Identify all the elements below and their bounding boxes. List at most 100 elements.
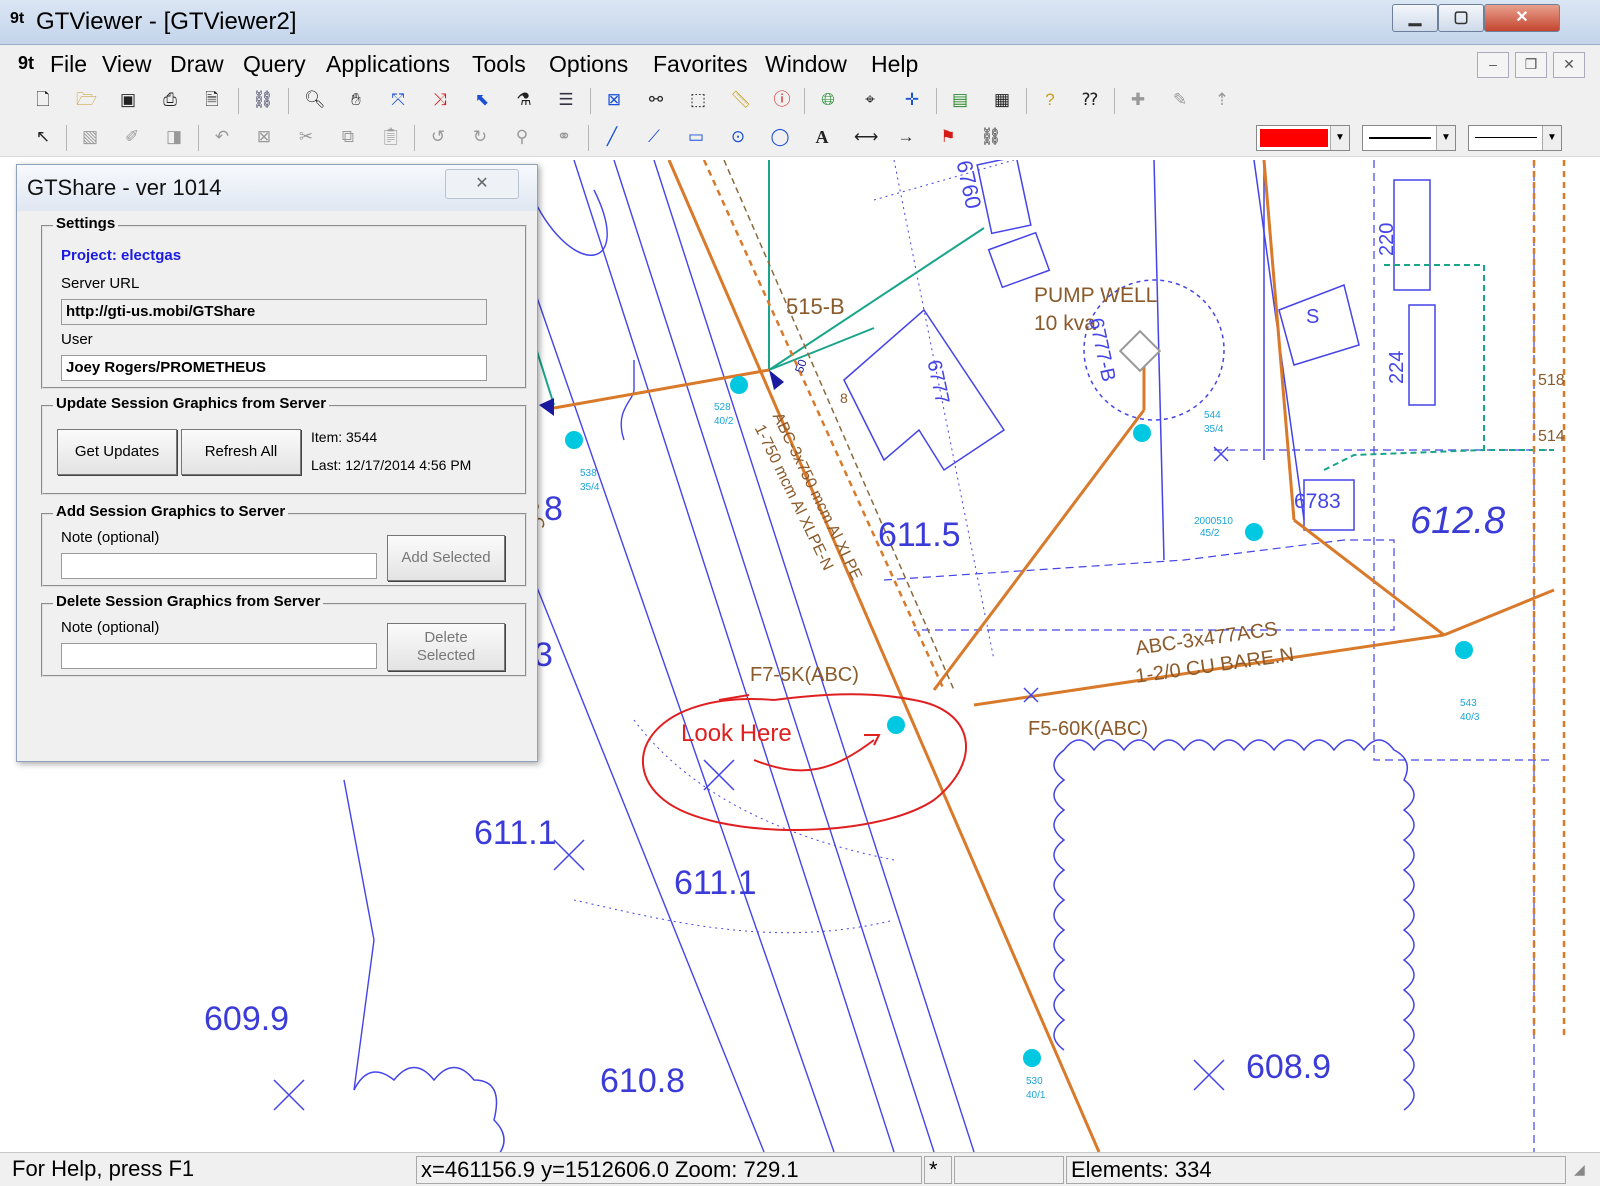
mdi-restore-button[interactable]: ❐: [1515, 52, 1547, 78]
bottle-icon[interactable]: ⚗: [514, 90, 534, 110]
dialog-close-button[interactable]: ✕: [445, 169, 519, 199]
arrow-icon[interactable]: →: [896, 127, 916, 147]
target-icon[interactable]: ✛: [902, 90, 922, 110]
pan-hand-icon[interactable]: ✋︎: [346, 90, 366, 110]
menu-file[interactable]: File: [50, 51, 87, 78]
menu-logo-icon[interactable]: 9t: [18, 53, 34, 74]
toggle-icon[interactable]: ◨: [164, 127, 184, 147]
label-45-2: 45/2: [1200, 528, 1220, 539]
elevation-611-1-center: 611.1: [674, 864, 757, 902]
refresh-all-button[interactable]: Refresh All: [181, 429, 301, 475]
delete-note-label: Note (optional): [61, 619, 160, 636]
symbol-icon[interactable]: ⚑: [938, 127, 958, 147]
menu-window[interactable]: Window: [765, 51, 847, 78]
user-field[interactable]: Joey Rogers/PROMETHEUS: [61, 355, 487, 381]
layers-icon[interactable]: ☰: [556, 90, 576, 110]
edit-feature-icon[interactable]: ✎: [1170, 90, 1190, 110]
dialog-titlebar[interactable]: GTShare - ver 1014 ✕: [17, 165, 537, 211]
draw-circle-icon[interactable]: ⊙: [728, 127, 748, 147]
info-icon[interactable]: ⓘ: [772, 90, 792, 110]
delete-icon[interactable]: ⊠: [254, 127, 274, 147]
settings-group-title: Settings: [53, 215, 119, 232]
add-point-icon[interactable]: ✚: [1128, 90, 1148, 110]
status-help: For Help, press F1: [12, 1156, 195, 1181]
print-preview-icon[interactable]: 🗎: [202, 90, 222, 110]
get-updates-button[interactable]: Get Updates: [57, 429, 177, 475]
main-toolbar: 🗋 🗁 ▣ ⎙ 🗎 ⛓ 🔍︎ ✋︎ ⤧ ⤨ ⬉ ⚗ ☰ ⊠ ⚯ ⬚ 📏︎ ⓘ 🌐…: [0, 82, 1600, 120]
rotate-right-icon[interactable]: ↻: [470, 127, 490, 147]
copy-icon[interactable]: ⧉: [338, 127, 358, 147]
checker-icon[interactable]: ▦: [992, 90, 1012, 110]
add-selected-button[interactable]: Add Selected: [387, 535, 505, 581]
open-folder-icon[interactable]: 🗁: [76, 90, 97, 110]
resize-grip-icon[interactable]: ◢: [1574, 1161, 1592, 1179]
menu-query[interactable]: Query: [243, 51, 306, 78]
draw-line-icon[interactable]: ╱: [602, 127, 622, 147]
delete-button-line1: Delete: [424, 629, 468, 646]
status-empty-pane: [954, 1156, 1064, 1184]
draw-rectangle-icon[interactable]: ▭: [686, 127, 706, 147]
zoom-extents-icon[interactable]: ⤧: [388, 90, 408, 110]
server-url-label: Server URL: [61, 275, 140, 292]
upload-icon[interactable]: ⇡: [1212, 90, 1232, 110]
context-help-icon[interactable]: ⁇: [1080, 90, 1100, 110]
draw-ellipse-icon[interactable]: ◯: [770, 127, 790, 147]
save-icon[interactable]: ▣: [118, 90, 138, 110]
crosshair-icon[interactable]: ⌖: [860, 90, 880, 110]
window-titlebar[interactable]: 9t GTViewer - [GTViewer2] ▁ ▢ ✕: [0, 0, 1600, 45]
cut-icon[interactable]: ✂: [296, 127, 316, 147]
menu-draw[interactable]: Draw: [170, 51, 224, 78]
mdi-close-button[interactable]: ✕: [1553, 52, 1585, 78]
select-arrow-icon[interactable]: ↖: [33, 127, 53, 147]
menu-help[interactable]: Help: [871, 51, 918, 78]
rotate-left-icon[interactable]: ↺: [428, 127, 448, 147]
properties-icon[interactable]: ▧: [80, 127, 100, 147]
menu-options[interactable]: Options: [549, 51, 628, 78]
select-rect-icon[interactable]: ⬚: [688, 90, 708, 110]
line-weight-combo[interactable]: ▼: [1468, 125, 1562, 151]
magnify-icon[interactable]: 🔍︎: [304, 90, 326, 110]
zoom-fit-icon[interactable]: ⤨: [430, 90, 450, 110]
mdi-minimize-button[interactable]: –: [1477, 52, 1509, 78]
menu-applications[interactable]: Applications: [326, 51, 450, 78]
delete-note-input[interactable]: [61, 643, 377, 669]
draw-polyline-icon[interactable]: ⟋: [644, 127, 664, 147]
zoom-previous-icon[interactable]: ⬉: [472, 90, 492, 110]
link-icon[interactable]: ⚭: [554, 127, 574, 147]
menu-tools[interactable]: Tools: [472, 51, 526, 78]
edit-properties-icon[interactable]: ✐: [122, 127, 142, 147]
color-dropdown-icon[interactable]: ▼: [1330, 126, 1349, 150]
new-file-icon[interactable]: 🗋: [33, 90, 53, 110]
close-button[interactable]: ✕: [1484, 4, 1560, 32]
minimize-button[interactable]: ▁: [1392, 4, 1438, 32]
menu-favorites[interactable]: Favorites: [653, 51, 748, 78]
globe-icon[interactable]: 🌐︎: [818, 90, 838, 110]
line-style-combo[interactable]: ▼: [1362, 125, 1456, 151]
server-url-field[interactable]: http://gti-us.mobi/GTShare: [61, 299, 487, 325]
delete-selected-button[interactable]: Delete Selected: [387, 623, 505, 671]
undo-icon[interactable]: ↶: [212, 127, 232, 147]
pump-well-label: PUMP WELL: [1034, 284, 1158, 307]
chain-icon[interactable]: ⛓: [980, 127, 1002, 147]
print-icon[interactable]: ⎙: [160, 90, 180, 110]
label-530: 530: [1026, 1076, 1043, 1087]
dimension-icon[interactable]: ⟷: [854, 127, 878, 147]
label-40-1: 40/1: [1026, 1090, 1046, 1101]
help-icon[interactable]: ?: [1040, 90, 1060, 110]
binoculars-icon[interactable]: ⚯: [646, 90, 666, 110]
color-combo[interactable]: ▼: [1256, 125, 1350, 151]
fit-window-icon[interactable]: ⊠: [604, 90, 624, 110]
line-weight-dropdown-icon[interactable]: ▼: [1542, 126, 1561, 150]
draw-text-icon[interactable]: A: [812, 127, 832, 147]
paste-icon[interactable]: 📋︎: [380, 127, 402, 147]
add-note-input[interactable]: [61, 553, 377, 579]
item-count: Item: 3544: [311, 429, 378, 445]
label-8: 8: [840, 390, 848, 406]
network-icon[interactable]: ⛓: [252, 90, 274, 110]
line-style-dropdown-icon[interactable]: ▼: [1436, 126, 1455, 150]
measure-ruler-icon[interactable]: 📏︎: [730, 90, 752, 110]
zoom-select-icon[interactable]: ⚲: [512, 127, 532, 147]
color-bars-icon[interactable]: ▤: [950, 90, 970, 110]
maximize-button[interactable]: ▢: [1438, 4, 1484, 32]
menu-view[interactable]: View: [102, 51, 151, 78]
